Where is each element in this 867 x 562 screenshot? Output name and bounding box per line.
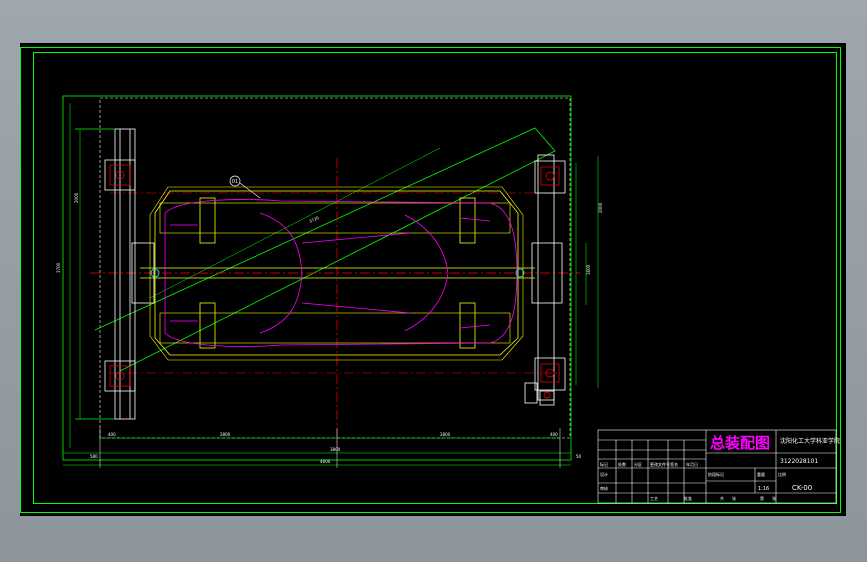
dim-left-dim: 2000 — [74, 192, 79, 203]
dim-right-dim: 2000 — [598, 202, 603, 213]
swing-line-2 — [149, 147, 441, 299]
svg-text:处数: 处数 — [618, 461, 626, 467]
cad-drawing: 01 4600 3800 2800 2800 400 400 580 50 37… — [20, 47, 841, 513]
right-post-red-details — [540, 166, 560, 399]
dim-bottom-left: 580 — [90, 454, 98, 459]
balloon-leader — [239, 182, 261, 199]
dim-left-span: 2800 — [220, 432, 231, 437]
svg-text:共: 共 — [720, 495, 724, 501]
svg-text:重量: 重量 — [757, 471, 765, 477]
drawing-number: 3122028101 — [780, 458, 818, 465]
dim-right-offset: 400 — [550, 432, 558, 437]
svg-text:年月日: 年月日 — [686, 461, 698, 467]
svg-text:设计: 设计 — [600, 471, 608, 477]
dim-inner: 3800 — [330, 447, 341, 452]
swing-line — [94, 127, 556, 372]
svg-text:签名: 签名 — [670, 461, 678, 467]
svg-text:更改文件号: 更改文件号 — [650, 461, 670, 467]
left-post-assembly — [75, 128, 155, 420]
drawing-sheet: 01 4600 3800 2800 2800 400 400 580 50 37… — [20, 43, 846, 516]
school-name: 沈阳化工大学科亚学院 — [780, 437, 840, 445]
dim-right-span: 2800 — [440, 432, 451, 437]
svg-text:张: 张 — [732, 495, 736, 501]
svg-text:分区: 分区 — [634, 461, 642, 467]
svg-text:比例: 比例 — [778, 471, 786, 477]
drawing-title: 总装配图 — [710, 434, 770, 452]
dim-right-total: 1600 — [586, 264, 591, 275]
drawing-code: CK-00 — [792, 484, 812, 492]
svg-text:第: 第 — [760, 495, 764, 501]
svg-text:张: 张 — [772, 495, 776, 501]
dim-overall: 4600 — [320, 459, 331, 464]
dim-left-total: 3700 — [56, 262, 61, 273]
dim-bottom-right: 50 — [576, 454, 582, 459]
drawing-scale: 1:16 — [758, 486, 769, 492]
svg-text:阶段标记: 阶段标记 — [708, 471, 724, 477]
svg-text:工艺: 工艺 — [650, 496, 658, 501]
lift-platform — [140, 186, 535, 361]
dim-left-offset: 400 — [108, 432, 116, 437]
svg-text:批准: 批准 — [684, 495, 692, 501]
svg-text:审核: 审核 — [600, 485, 608, 491]
dim-diag: 3720 — [308, 215, 320, 224]
balloon-label: 01 — [232, 179, 238, 185]
svg-text:标记: 标记 — [600, 461, 608, 467]
